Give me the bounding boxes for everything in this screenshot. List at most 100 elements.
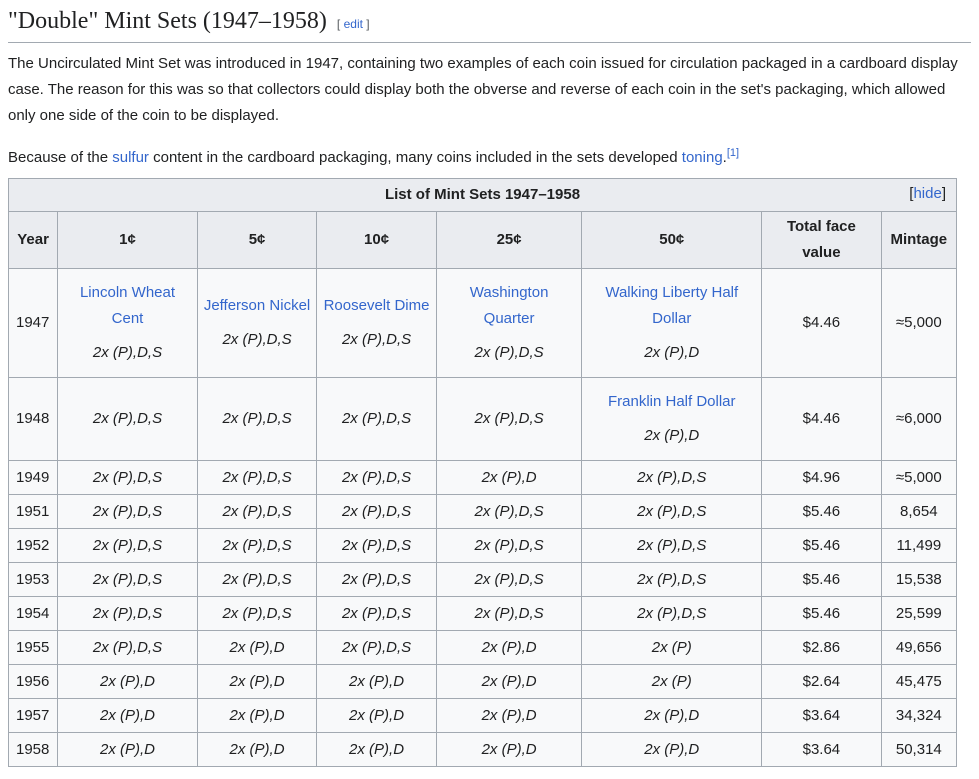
coin-cell-25-cent: 2x (P),D [435,698,583,733]
coin-cell-10-cent: 2x (P),D [316,664,437,699]
table-row-1952: 1952 2x (P),D,S 2x (P),D,S 2x (P),D,S 2x (P)… [7,528,958,563]
coin-cell-10-cent: 2x (P),D,S [316,377,437,461]
sulfur-link[interactable]: sulfur [112,149,149,166]
lincoln-wheat-cent-link[interactable]: Lincoln Wheat Cent [64,280,191,332]
year-cell: 1949 [7,460,59,495]
coin-cell-1-cent: 2x (P),D,S [57,630,198,665]
coin-cell-5-cent: 2x (P),D,S [196,528,318,563]
coin-cell-1-cent: 2x (P),D [57,664,198,699]
toning-link[interactable]: toning [682,149,723,166]
face-value-cell: $2.64 [761,664,882,699]
table-row-1958: 1958 2x (P),D 2x (P),D 2x (P),D 2x (P),D 2x (… [7,732,958,767]
mintage-cell: 25,599 [880,596,958,631]
paragraph-intro: The Uncirculated Mint Set was introduced… [8,55,958,124]
mintage-cell: ≈6,000 [880,377,958,461]
coin-cell-1-cent: 2x (P),D,S [57,460,198,495]
coin-cell-25-cent: 2x (P),D [435,732,583,767]
coin-cell-1-cent: 2x (P),D,S [57,377,198,461]
coin-cell-5-cent: 2x (P),D [196,698,318,733]
year-cell: 1957 [7,698,59,733]
coin-cell-50-cent: 2x (P),D,S [581,494,763,529]
header-25-cent: 25¢ [435,211,583,269]
roosevelt-dime-link[interactable]: Roosevelt Dime [323,293,430,319]
coin-cell-25-cent: 2x (P),D,S [435,596,583,631]
mint-marks: 2x (P),D,S [341,331,412,348]
coin-cell-1-cent: Lincoln Wheat Cent 2x (P),D,S [57,268,198,378]
face-value-cell: $3.64 [761,732,882,767]
header-mintage: Mintage [880,211,958,269]
paragraph-text: content in the cardboard packaging, many… [148,149,682,166]
face-value-cell: $4.96 [761,460,882,495]
face-value-cell: $3.64 [761,698,882,733]
coin-cell-50-cent: 2x (P),D,S [581,562,763,597]
article-section: "Double" Mint Sets (1947–1958) [ edit ] T… [0,0,979,767]
coin-cell-10-cent: 2x (P),D [316,698,437,733]
jefferson-nickel-link[interactable]: Jefferson Nickel [204,293,311,319]
washington-quarter-link[interactable]: Washington Quarter [443,280,576,332]
paragraph-toning: Because of the sulfur content in the car… [8,145,971,171]
coin-cell-50-cent: 2x (P),D [581,732,763,767]
mintage-cell: ≈5,000 [880,268,958,378]
coin-cell-50-cent: Franklin Half Dollar 2x (P),D [581,377,763,461]
edit-section: [ edit ] [336,17,370,31]
year-cell: 1952 [7,528,59,563]
year-cell: 1955 [7,630,59,665]
coin-cell-25-cent: 2x (P),D [435,664,583,699]
coin-cell-5-cent: 2x (P),D,S [196,596,318,631]
face-value-cell: $5.46 [761,596,882,631]
table-row-1951: 1951 2x (P),D,S 2x (P),D,S 2x (P),D,S 2x (P)… [7,494,958,529]
year-cell: 1956 [7,664,59,699]
edit-link[interactable]: edit [344,17,363,31]
section-heading: "Double" Mint Sets (1947–1958) [ edit ] [8,6,971,43]
face-value-cell: $2.86 [761,630,882,665]
coin-cell-5-cent: 2x (P),D [196,664,318,699]
coin-cell-25-cent: 2x (P),D,S [435,494,583,529]
header-5-cent: 5¢ [196,211,318,269]
year-cell: 1948 [7,377,59,461]
mintage-cell: 50,314 [880,732,958,767]
face-value-cell: $5.46 [761,494,882,529]
table-header-row: Year 1¢ 5¢ 10¢ 25¢ 50¢ Total face value … [7,211,958,269]
coin-cell-50-cent: Walking Liberty Half Dollar 2x (P),D [581,268,763,378]
table-row-1947: 1947 Lincoln Wheat Cent 2x (P),D,S Jeffe… [7,268,958,378]
coin-cell-25-cent: 2x (P),D [435,460,583,495]
franklin-half-dollar-link[interactable]: Franklin Half Dollar [588,389,755,415]
coin-cell-5-cent: 2x (P),D,S [196,460,318,495]
hide-toggle: [hide] [909,185,946,202]
coin-cell-10-cent: 2x (P),D,S [316,596,437,631]
coin-cell-10-cent: 2x (P),D,S [316,460,437,495]
table-row-1954: 1954 2x (P),D,S 2x (P),D,S 2x (P),D,S 2x (P)… [7,596,958,631]
mint-marks: 2x (P),D,S [474,344,544,361]
face-value-cell: $5.46 [761,562,882,597]
reference-link[interactable]: [1] [727,147,739,159]
coin-cell-50-cent: 2x (P) [581,664,763,699]
coin-cell-5-cent: 2x (P),D,S [196,562,318,597]
header-year: Year [7,211,59,269]
mintage-cell: 8,654 [880,494,958,529]
coin-cell-1-cent: 2x (P),D,S [57,596,198,631]
coin-cell-50-cent: 2x (P),D,S [581,460,763,495]
coin-cell-1-cent: 2x (P),D [57,732,198,767]
mintage-cell: 34,324 [880,698,958,733]
coin-cell-50-cent: 2x (P),D [581,698,763,733]
table-row-1955: 1955 2x (P),D,S 2x (P),D 2x (P),D,S 2x (P),D… [7,630,958,665]
coin-cell-10-cent: 2x (P),D,S [316,494,437,529]
table-row-1957: 1957 2x (P),D 2x (P),D 2x (P),D 2x (P),D 2x (… [7,698,958,733]
hide-button[interactable]: hide [913,185,941,202]
coin-cell-5-cent: 2x (P),D,S [196,377,318,461]
mintage-cell: ≈5,000 [880,460,958,495]
year-cell: 1958 [7,732,59,767]
section-title: "Double" Mint Sets (1947–1958) [8,8,327,34]
table-row-1956: 1956 2x (P),D 2x (P),D 2x (P),D 2x (P),D 2x (… [7,664,958,699]
coin-cell-1-cent: 2x (P),D,S [57,494,198,529]
mint-marks: 2x (P),D,S [92,344,163,361]
year-cell: 1953 [7,562,59,597]
walking-liberty-half-dollar-link[interactable]: Walking Liberty Half Dollar [588,280,755,332]
table-title: List of Mint Sets 1947–1958 [384,186,581,203]
coin-cell-25-cent: Washington Quarter 2x (P),D,S [435,268,583,378]
mint-marks: 2x (P),D [644,427,700,444]
year-cell: 1954 [7,596,59,631]
year-cell: 1947 [7,268,59,378]
table-row-1953: 1953 2x (P),D,S 2x (P),D,S 2x (P),D,S 2x (P)… [7,562,958,597]
coin-cell-10-cent: 2x (P),D,S [316,528,437,563]
